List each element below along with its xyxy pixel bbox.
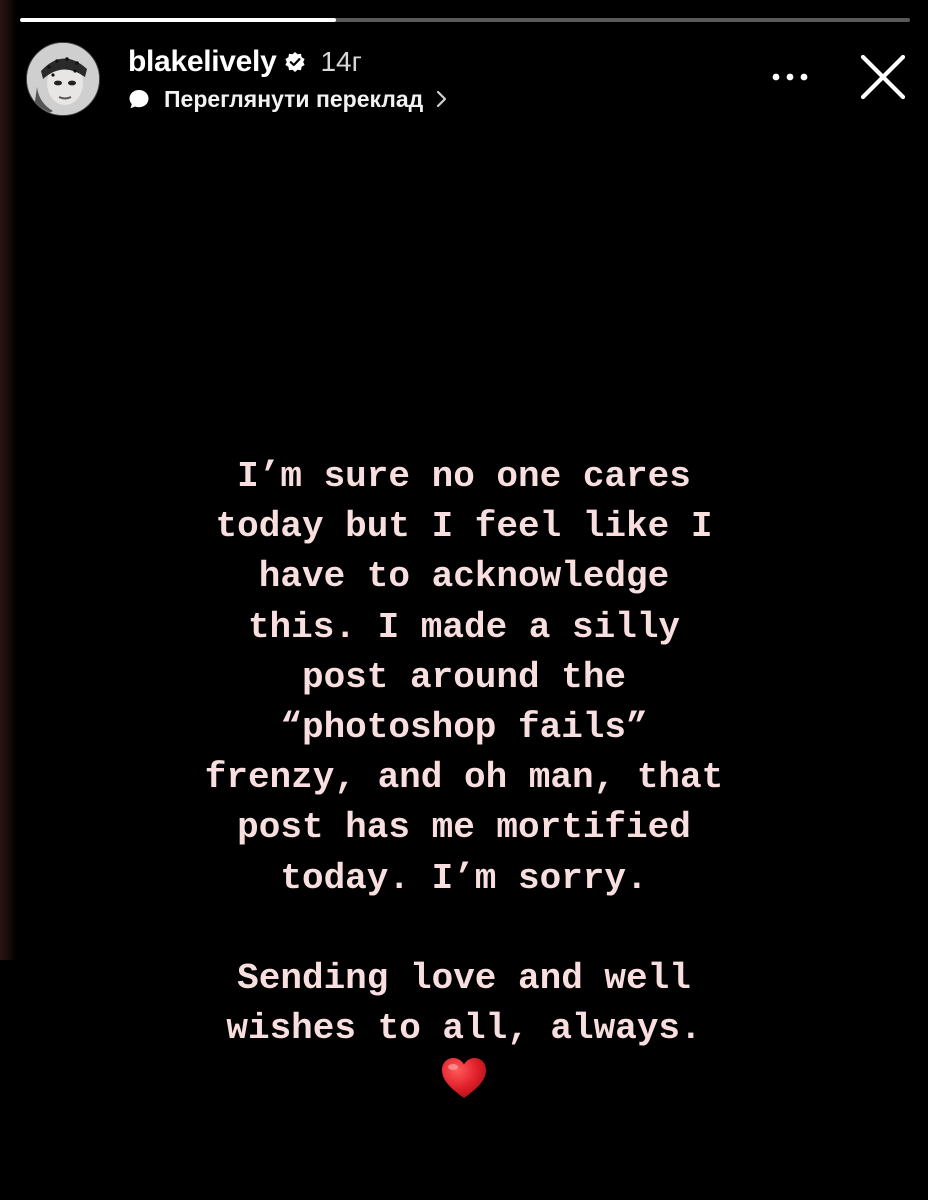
user-row: blakelively 14г bbox=[128, 44, 362, 80]
verified-badge-icon bbox=[284, 51, 306, 73]
see-translation-label: Переглянути переклад bbox=[164, 85, 424, 112]
story-progress-bar bbox=[20, 18, 910, 22]
heart-icon bbox=[440, 1056, 488, 1100]
story-text: I’m sure no one cares today but I feel l… bbox=[204, 456, 724, 899]
more-options-button[interactable] bbox=[768, 62, 812, 92]
close-icon bbox=[860, 54, 906, 100]
story-header: blakelively 14г Переглянути переклад bbox=[26, 40, 916, 120]
see-translation-link[interactable]: Переглянути переклад bbox=[128, 84, 449, 114]
story-viewer[interactable]: blakelively 14г Переглянути переклад I’m… bbox=[0, 0, 928, 1200]
story-progress-fill bbox=[20, 18, 336, 22]
more-horizontal-icon bbox=[772, 73, 808, 81]
story-sign-off: Sending love and well wishes to all, alw… bbox=[226, 958, 702, 1050]
chevron-right-icon bbox=[435, 89, 449, 109]
speech-bubble-icon bbox=[128, 88, 150, 110]
close-button[interactable] bbox=[854, 48, 912, 106]
username[interactable]: blakelively bbox=[128, 45, 277, 79]
avatar[interactable] bbox=[26, 42, 100, 116]
story-timestamp: 14г bbox=[320, 46, 362, 77]
